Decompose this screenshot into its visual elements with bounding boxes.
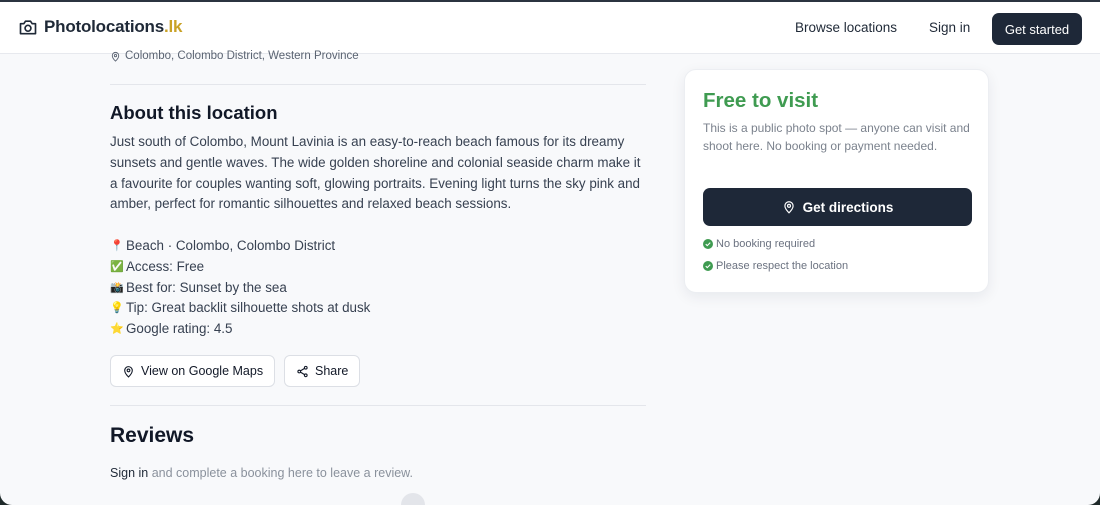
location-facts-list: 📍 Beach · Colombo, Colombo District ✅ Acce… [110,236,370,340]
fact-text: Beach · Colombo, Colombo District [126,238,336,253]
logo-name: Photolocations [44,17,164,36]
star-emoji-icon: ⭐ [110,323,124,336]
about-heading: About this location [110,102,278,123]
reviews-heading: Reviews [110,424,195,447]
fact-item-access: ✅ Access: Free [110,257,370,278]
location-address: Colombo, Colombo District, Western Provi… [110,50,359,62]
directions-button-label: Get directions [802,199,894,215]
fact-text: Best for: Sunset by the sea [126,279,287,295]
map-pin-icon [111,51,120,62]
logo-text: Photolocations.lk [44,17,183,37]
fact-item-type: 📍 Beach · Colombo, Colombo District [110,236,370,257]
reviews-sign-in-link[interactable]: Sign in [110,466,148,480]
floating-scroll-indicator[interactable] [401,493,425,505]
share-icon [297,365,308,377]
camera-icon [19,20,37,35]
share-button[interactable]: Share [284,355,361,387]
get-directions-button[interactable]: Get directions [703,188,972,226]
map-pin-icon [783,201,794,214]
fact-item-best-for: 📸 Best for: Sunset by the sea [110,278,370,299]
maps-button-label: View on Google Maps [141,364,264,378]
check-circle-icon [703,239,713,249]
reviews-note-text: and complete a booking here to leave a r… [148,466,413,480]
fact-text: Access: Free [126,258,205,274]
free-to-visit-title: Free to visit [703,89,819,112]
location-description: Just south of Colombo, Mount Lavinia is … [110,134,641,212]
site-logo[interactable]: Photolocations.lk [18,17,183,37]
check-emoji-icon: ✅ [110,260,124,273]
get-started-button[interactable]: Get started [992,13,1082,45]
check-text: No booking required [716,238,816,250]
address-text: Colombo, Colombo District, Western Provi… [125,50,359,62]
logo-tld: .lk [163,17,183,36]
check-no-booking: No booking required [703,238,815,250]
visit-info-card: Free to visit This is a public photo spo… [684,69,989,293]
nav-browse-locations[interactable]: Browse locations [795,20,897,35]
check-circle-icon [703,261,713,271]
visit-card-note: This is a public photo spot — anyone can… [703,121,970,153]
check-text: Please respect the location [716,260,849,272]
share-button-label: Share [315,364,349,378]
fact-text: Google rating: 4.5 [126,321,233,337]
camera-emoji-icon: 📸 [110,281,124,294]
page-frame: Photolocations.lk Browse locations Sign … [0,0,1100,505]
nav-sign-in[interactable]: Sign in [929,20,970,35]
check-respect-location: Please respect the location [703,260,848,272]
fact-text: Tip: Great backlit silhouette shots at d… [126,300,371,316]
divider [110,84,646,85]
divider [110,405,646,406]
fact-item-tip: 💡 Tip: Great backlit silhouette shots at … [110,298,370,319]
fact-item-rating: ⭐ Google rating: 4.5 [110,319,370,340]
view-on-google-maps-button[interactable]: View on Google Maps [110,355,276,387]
lightbulb-emoji-icon: 💡 [110,302,124,315]
map-pin-icon [124,365,133,378]
top-navigation-bar: Photolocations.lk Browse locations Sign … [0,0,1100,54]
reviews-signin-note: Sign in and complete a booking here to l… [110,466,413,480]
pin-emoji-icon: 📍 [110,240,124,252]
